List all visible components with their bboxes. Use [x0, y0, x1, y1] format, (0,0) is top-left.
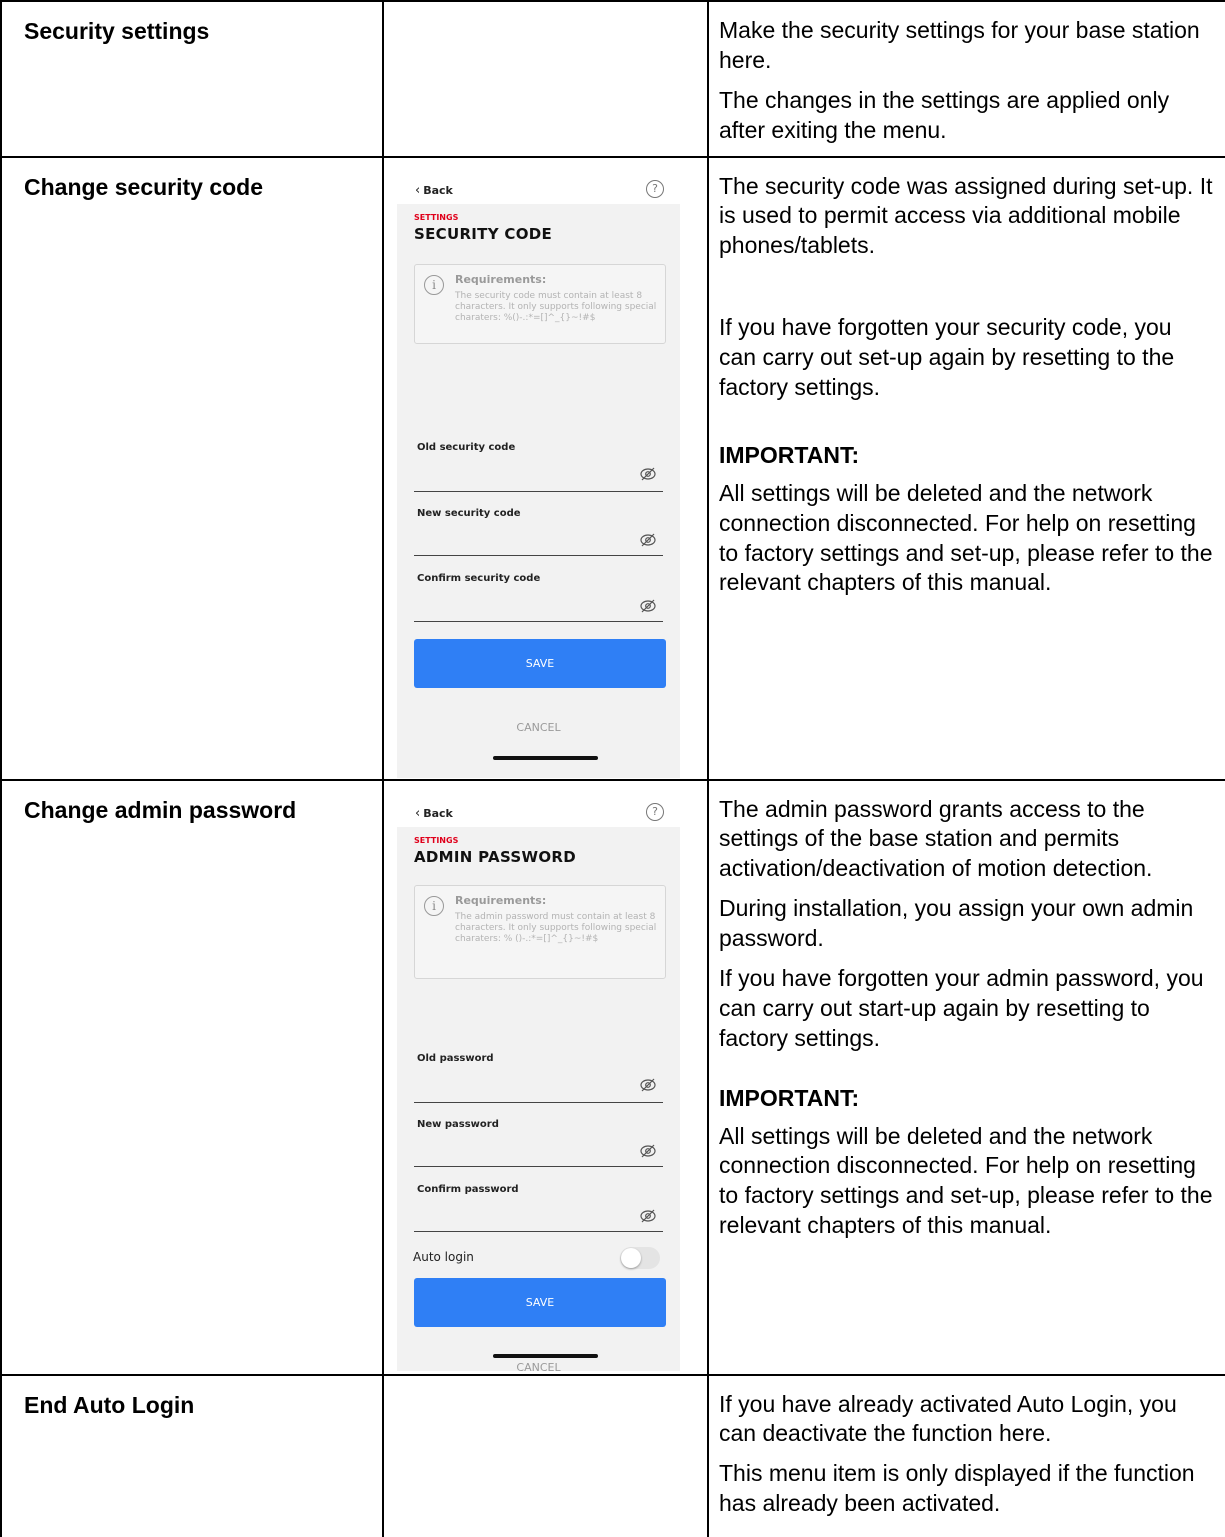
screen-title: ADMIN PASSWORD: [414, 847, 577, 866]
admin-password-screenshot: ‹ Back ? SETTINGS ADMIN PASSWORD i Requir…: [397, 792, 680, 1371]
requirements-box: i Requirements: The security code must c…: [414, 263, 666, 344]
row-label: End Auto Login: [0, 1373, 384, 1537]
row-description: The security code was assigned during se…: [707, 155, 1225, 781]
help-icon[interactable]: ?: [646, 179, 664, 198]
requirements-title: Requirements:: [455, 272, 547, 286]
help-icon[interactable]: ?: [646, 802, 664, 821]
chevron-left-icon: ‹: [415, 182, 421, 198]
security-code-screenshot: ‹ Back ? SETTINGS SECURITY CODE i Require…: [397, 169, 680, 778]
row-description: Make the security settings for your base…: [707, 0, 1225, 158]
empty-cell: [382, 1373, 709, 1537]
eye-hidden-icon[interactable]: [640, 598, 656, 614]
confirm-security-code-input[interactable]: [414, 620, 663, 622]
back-button[interactable]: ‹ Back: [415, 806, 453, 821]
desc-paragraph: If you have already activated Auto Login…: [719, 1390, 1177, 1447]
top-bar: ‹ Back ?: [397, 792, 680, 827]
desc-paragraph: The admin password grants access to the …: [719, 795, 1153, 882]
screenshot-cell: ‹ Back ? SETTINGS SECURITY CODE i Require…: [382, 155, 709, 781]
manual-table: Security settings Make the security sett…: [0, 0, 1225, 1537]
info-icon: i: [424, 895, 444, 916]
cancel-button[interactable]: CANCEL: [397, 1361, 680, 1371]
confirm-password-label: Confirm password: [417, 1183, 519, 1195]
confirm-password-input[interactable]: [414, 1230, 663, 1232]
screenshot-cell: ‹ Back ? SETTINGS ADMIN PASSWORD i Requir…: [382, 778, 709, 1376]
row-end-auto-login: End Auto Login If you have already activ…: [0, 1373, 1225, 1537]
old-password-label: Old password: [417, 1052, 494, 1064]
desc-paragraph: The changes in the settings are applied …: [719, 86, 1170, 143]
requirements-text: The admin password must contain at least…: [455, 911, 657, 945]
row-description: The admin password grants access to the …: [707, 778, 1225, 1376]
requirements-title: Requirements:: [455, 893, 547, 907]
eye-hidden-icon[interactable]: [640, 1208, 656, 1224]
row-description: If you have already activated Auto Login…: [707, 1373, 1225, 1537]
desc-paragraph: If you have forgotten your security code…: [719, 314, 1175, 401]
save-button[interactable]: SAVE: [414, 1277, 666, 1327]
screen-title: SECURITY CODE: [414, 224, 553, 243]
old-security-code-input[interactable]: [414, 490, 663, 492]
eye-hidden-icon[interactable]: [640, 466, 656, 482]
info-icon: i: [424, 274, 444, 295]
eye-hidden-icon[interactable]: [640, 1077, 656, 1093]
home-indicator: [493, 755, 598, 760]
old-password-input[interactable]: [414, 1101, 663, 1103]
auto-login-toggle[interactable]: [620, 1246, 660, 1269]
new-security-code-label: New security code: [417, 507, 521, 519]
important-heading: IMPORTANT:: [719, 441, 860, 468]
eye-hidden-icon[interactable]: [640, 532, 656, 548]
home-indicator: [493, 1353, 598, 1358]
chevron-left-icon: ‹: [415, 805, 421, 821]
requirements-box: i Requirements: The admin password must …: [414, 884, 666, 979]
section-kicker: SETTINGS: [414, 835, 459, 845]
new-security-code-input[interactable]: [414, 554, 663, 556]
eye-hidden-icon[interactable]: [640, 1143, 656, 1159]
confirm-security-code-label: Confirm security code: [417, 572, 541, 584]
row-security-settings: Security settings Make the security sett…: [0, 0, 1225, 158]
desc-paragraph: During installation, you assign your own…: [719, 895, 1194, 952]
new-password-input[interactable]: [414, 1165, 663, 1167]
row-label: Change admin password: [0, 778, 384, 1376]
empty-cell: [382, 0, 709, 158]
important-heading: IMPORTANT:: [719, 1084, 860, 1111]
row-label: Security settings: [0, 0, 384, 158]
desc-paragraph: This menu item is only displayed if the …: [719, 1460, 1195, 1517]
requirements-text: The security code must contain at least …: [455, 290, 657, 324]
cancel-button[interactable]: CANCEL: [397, 721, 680, 734]
auto-login-label: Auto login: [413, 1249, 474, 1264]
toggle-knob: [621, 1247, 641, 1268]
desc-paragraph: Make the security settings for your base…: [719, 17, 1200, 73]
row-label: Change security code: [0, 155, 384, 781]
save-button[interactable]: SAVE: [414, 638, 666, 688]
important-text: All settings will be deleted and the net…: [719, 479, 1213, 596]
top-bar: ‹ Back ?: [397, 169, 680, 204]
old-security-code-label: Old security code: [417, 441, 516, 453]
important-text: All settings will be deleted and the net…: [719, 1122, 1213, 1239]
back-label: Back: [423, 183, 453, 197]
section-kicker: SETTINGS: [414, 212, 459, 222]
back-label: Back: [423, 806, 453, 820]
desc-paragraph: The security code was assigned during se…: [719, 172, 1213, 259]
desc-paragraph: If you have forgotten your admin passwor…: [719, 965, 1204, 1051]
row-change-security-code: Change security code ‹ Back ? SETTINGS SE…: [0, 155, 1225, 781]
back-button[interactable]: ‹ Back: [415, 183, 453, 198]
row-change-admin-password: Change admin password ‹ Back ? SETTINGS A…: [0, 778, 1225, 1376]
new-password-label: New password: [417, 1118, 499, 1130]
